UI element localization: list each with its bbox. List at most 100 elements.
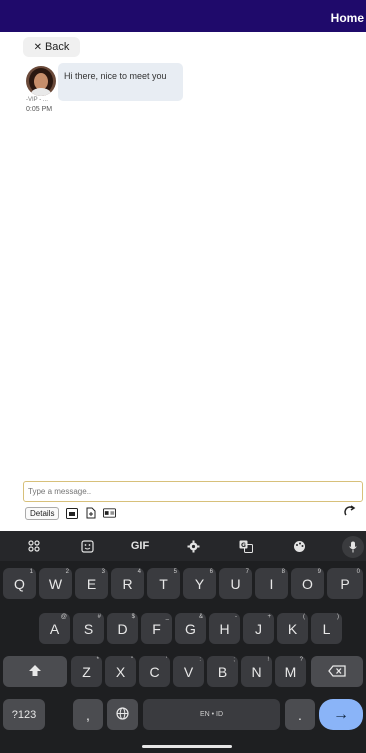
key-q[interactable]: Q1 bbox=[3, 568, 36, 599]
keyboard-toolbar: GIF G bbox=[0, 531, 366, 561]
avatar-shirt bbox=[31, 88, 51, 96]
space-key-label: EN • ID bbox=[199, 711, 224, 718]
key-label: H bbox=[219, 620, 230, 637]
key-d[interactable]: D $ bbox=[107, 613, 138, 644]
key-i[interactable]: I8 bbox=[255, 568, 288, 599]
key-alt: 7 bbox=[245, 569, 249, 575]
key-f[interactable]: F _ bbox=[141, 613, 172, 644]
key-alt: _ bbox=[165, 614, 169, 620]
key-label: A bbox=[49, 620, 60, 637]
home-link[interactable]: Home bbox=[331, 11, 364, 25]
key-label: X bbox=[115, 663, 126, 680]
key-label: F bbox=[152, 620, 161, 637]
key-c[interactable]: C ' bbox=[139, 656, 170, 687]
key-g[interactable]: G & bbox=[175, 613, 206, 644]
key-alt: 5 bbox=[173, 569, 177, 575]
shift-key[interactable] bbox=[3, 656, 67, 687]
palette-icon[interactable] bbox=[284, 531, 314, 561]
key-j[interactable]: J + bbox=[243, 613, 274, 644]
key-alt: 6 bbox=[209, 569, 213, 575]
key-alt: ) bbox=[337, 614, 339, 620]
key-n[interactable]: N! bbox=[241, 656, 272, 687]
comma-key[interactable]: , bbox=[73, 699, 103, 730]
key-alt: 2 bbox=[65, 569, 69, 575]
enter-key[interactable]: → bbox=[319, 699, 363, 730]
key-label: G bbox=[185, 620, 196, 637]
message-input[interactable] bbox=[23, 481, 363, 502]
avatar[interactable] bbox=[26, 66, 56, 96]
key-label: Z bbox=[82, 663, 91, 680]
key-v[interactable]: V: bbox=[173, 656, 204, 687]
chat-screen: Home ✕ Back -VIP - ... 0:05 PM Hi there,… bbox=[0, 0, 366, 753]
message-sender: -VIP - ... bbox=[26, 97, 48, 103]
key-label: C bbox=[149, 663, 160, 680]
symbols-key-label: ?123 bbox=[11, 708, 37, 721]
key-label: W bbox=[48, 575, 63, 592]
key-x[interactable]: X " bbox=[105, 656, 136, 687]
key-label: O bbox=[302, 575, 313, 592]
key-t[interactable]: T5 bbox=[147, 568, 180, 599]
close-icon: ✕ bbox=[33, 41, 42, 53]
home-indicator[interactable] bbox=[142, 745, 232, 748]
key-h[interactable]: H- bbox=[209, 613, 240, 644]
key-label: K bbox=[287, 620, 298, 637]
redo-icon[interactable] bbox=[343, 504, 357, 518]
key-l[interactable]: L) bbox=[311, 613, 342, 644]
key-alt: 1 bbox=[29, 569, 33, 575]
file-icon[interactable] bbox=[84, 507, 97, 520]
key-b[interactable]: B; bbox=[207, 656, 238, 687]
sticker-icon[interactable] bbox=[72, 531, 102, 561]
key-label: R bbox=[122, 575, 133, 592]
period-key[interactable]: . bbox=[285, 699, 315, 730]
key-alt: 8 bbox=[281, 569, 285, 575]
key-alt: " bbox=[130, 657, 133, 663]
symbols-key[interactable]: ?123 bbox=[3, 699, 45, 730]
apps-icon[interactable] bbox=[19, 531, 49, 561]
gif-button[interactable]: GIF bbox=[125, 531, 155, 561]
key-m[interactable]: M? bbox=[275, 656, 306, 687]
key-alt: # bbox=[97, 614, 101, 620]
key-z[interactable]: Z * bbox=[71, 656, 102, 687]
key-p[interactable]: P0 bbox=[327, 568, 363, 599]
settings-icon[interactable] bbox=[178, 531, 208, 561]
key-s[interactable]: S # bbox=[73, 613, 104, 644]
key-alt: 0 bbox=[356, 569, 360, 575]
key-alt: ! bbox=[267, 657, 269, 663]
key-o[interactable]: O9 bbox=[291, 568, 324, 599]
back-button[interactable]: ✕ Back bbox=[23, 37, 80, 57]
shift-icon bbox=[28, 664, 42, 680]
backspace-key[interactable] bbox=[311, 656, 363, 687]
back-button-label: Back bbox=[44, 41, 70, 53]
key-label: T bbox=[159, 575, 168, 592]
key-u[interactable]: U7 bbox=[219, 568, 252, 599]
image-icon[interactable] bbox=[65, 507, 78, 520]
key-alt: ; bbox=[233, 657, 235, 663]
backspace-icon bbox=[328, 664, 346, 680]
key-r[interactable]: R4 bbox=[111, 568, 144, 599]
message-time: 0:05 PM bbox=[26, 106, 53, 113]
card-icon[interactable] bbox=[103, 507, 117, 520]
key-label: V bbox=[183, 663, 194, 680]
key-e[interactable]: E3 bbox=[75, 568, 108, 599]
key-alt: 9 bbox=[317, 569, 321, 575]
key-w[interactable]: W2 bbox=[39, 568, 72, 599]
key-y[interactable]: Y6 bbox=[183, 568, 216, 599]
mic-icon[interactable] bbox=[342, 536, 364, 558]
key-label: M bbox=[284, 663, 297, 680]
space-key[interactable]: EN • ID bbox=[143, 699, 280, 730]
key-alt: $ bbox=[131, 614, 135, 620]
key-alt: & bbox=[198, 614, 203, 620]
key-label: D bbox=[117, 620, 128, 637]
key-alt: : bbox=[199, 657, 201, 663]
key-alt: 3 bbox=[101, 569, 105, 575]
globe-key[interactable] bbox=[107, 699, 138, 730]
svg-text:G: G bbox=[241, 542, 246, 549]
enter-key-label: → bbox=[333, 705, 349, 723]
translate-icon[interactable]: G bbox=[231, 531, 261, 561]
key-a[interactable]: A @ bbox=[39, 613, 70, 644]
details-button[interactable]: Details bbox=[25, 506, 60, 520]
key-k[interactable]: K( bbox=[277, 613, 308, 644]
message-bubble: Hi there, nice to meet you bbox=[58, 63, 183, 101]
key-alt: - bbox=[235, 614, 237, 620]
comma-key-label: , bbox=[86, 706, 90, 723]
